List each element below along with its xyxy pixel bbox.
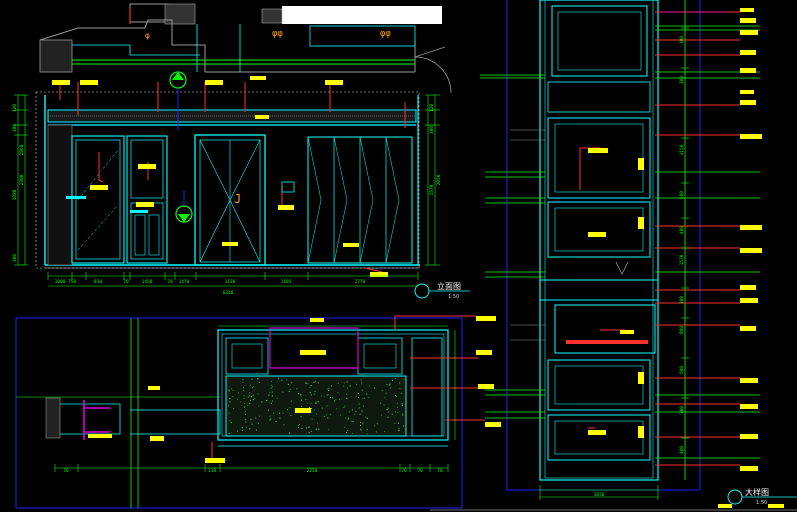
dim-label: 1470 [179, 279, 190, 285]
dim-label: 70 [167, 279, 173, 285]
dim-label: 70 [401, 468, 407, 474]
dim-label: 110 [208, 468, 216, 474]
dim-label: 380 [429, 126, 435, 134]
dim-label: 400 [679, 226, 685, 234]
dim-label: 400 [679, 446, 685, 454]
dim-label: 70 [63, 468, 69, 474]
dim-label: 70 [437, 468, 443, 474]
dim-label: 70 [417, 468, 423, 474]
dim-label: 1080 [12, 189, 18, 200]
dim-label: 1570 [679, 254, 685, 265]
svg-text:φ: φ [145, 31, 150, 40]
dim-label: 830 [94, 279, 102, 285]
dim-label: 100 [679, 36, 685, 44]
dim-label: 1150 [679, 144, 685, 155]
dim-label: 120 [12, 104, 18, 112]
elevation-big-scale: 1:50 [756, 500, 767, 506]
dim-label: 500 [679, 366, 685, 374]
dim-label: 2770 [355, 279, 366, 285]
dim-label: 500 [679, 191, 685, 199]
dim-label: 2050 [436, 174, 442, 185]
dim-label: 750 [68, 279, 76, 285]
dim-label: 1450 [142, 279, 153, 285]
dim-label: 70 [123, 279, 129, 285]
dim-label: 120 [429, 104, 435, 112]
dim-label: 300 [12, 254, 18, 262]
dim-label: 2250 [307, 468, 318, 474]
dim-label: 800 [679, 326, 685, 334]
cad-drawing: φφ φφ φ J 立面图 1:50 1000 750 830 70 1450 … [0, 0, 797, 512]
dim-label: 300 [679, 76, 685, 84]
dim-label: 1000 [55, 279, 66, 285]
dim-label: 1130 [225, 279, 236, 285]
dim-label: 300 [679, 296, 685, 304]
white-label-box [282, 6, 442, 24]
dim-total-left: 6240 [223, 290, 234, 296]
svg-text:φφ: φφ [272, 29, 283, 39]
svg-text:J: J [234, 192, 241, 206]
dim-label: 1570 [429, 184, 435, 195]
dim-label: 380 [12, 124, 18, 132]
elevation-main-title: 立面图 [437, 281, 461, 291]
dim-label: 2300 [19, 174, 25, 185]
dim-label: 2860 [19, 144, 25, 155]
dim-label: 300 [679, 406, 685, 414]
elevation-main-scale: 1:50 [448, 294, 459, 300]
dim-label: 1185 [281, 279, 292, 285]
dim-big-bottom: 1870 [594, 492, 605, 498]
elevation-big-title: 大样图 [745, 487, 769, 497]
svg-text:φφ: φφ [380, 29, 391, 39]
